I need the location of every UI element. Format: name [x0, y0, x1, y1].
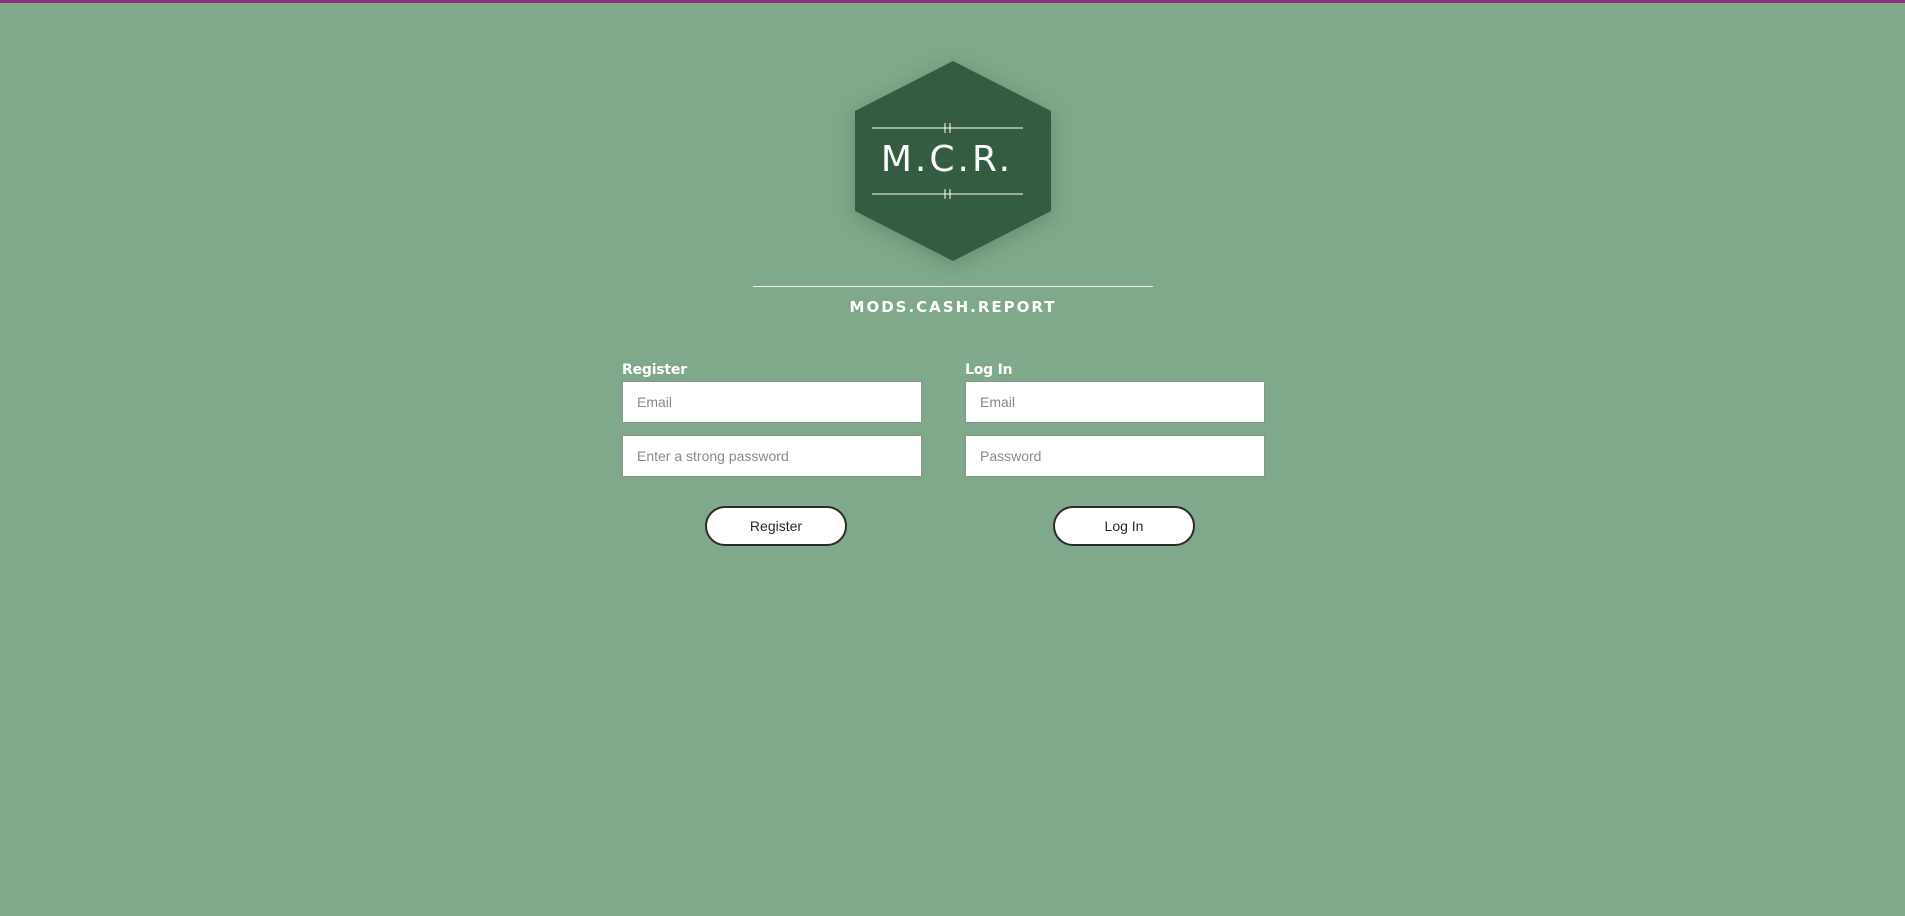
login-password-input[interactable] [965, 435, 1265, 477]
register-button[interactable]: Register [705, 506, 847, 546]
login-email-input[interactable] [965, 381, 1265, 423]
register-form: Register [622, 359, 923, 489]
divider [753, 286, 1153, 287]
site-name: MODS.CASH.REPORT [849, 298, 1057, 316]
login-button[interactable]: Log In [1053, 506, 1195, 546]
register-title: Register [622, 362, 687, 378]
top-accent-bar [0, 0, 1905, 3]
register-email-input[interactable] [622, 381, 922, 423]
register-password-input[interactable] [622, 435, 922, 477]
mcr-logo: M.C.R. [852, 60, 1054, 262]
logo-text: M.C.R. [880, 139, 1014, 180]
login-form: Log In [965, 359, 1266, 489]
login-title: Log In [965, 362, 1013, 378]
